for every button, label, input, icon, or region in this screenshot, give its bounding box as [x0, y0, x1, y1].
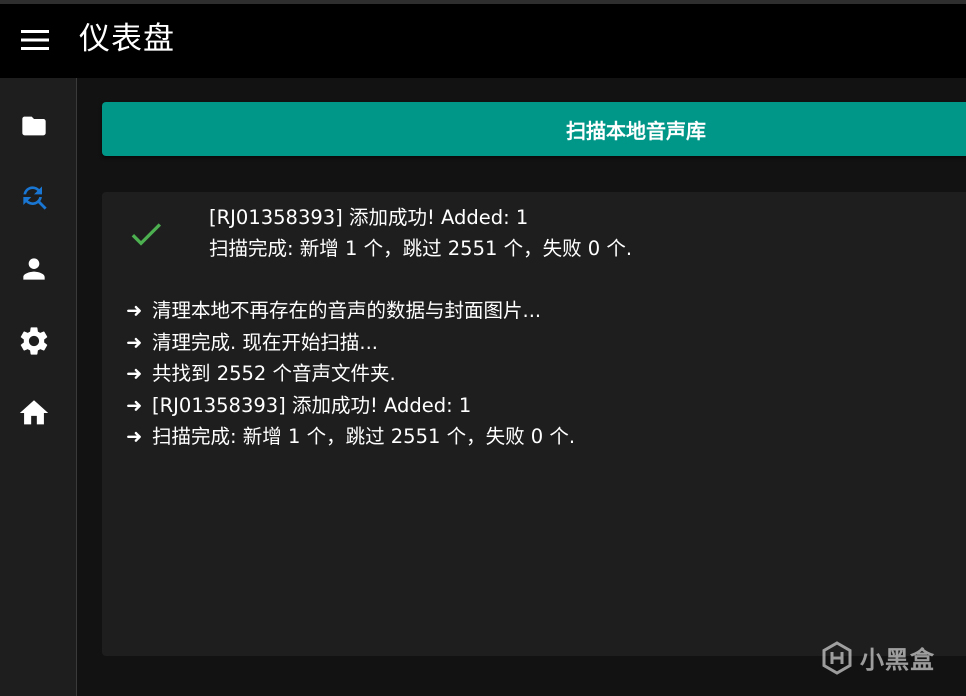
folder-icon: [22, 116, 46, 136]
sidebar-item-scan[interactable]: [12, 175, 56, 219]
search-refresh-icon: [23, 186, 47, 210]
log-line: ➜ 清理完成. 现在开始扫描...: [126, 327, 575, 359]
page-title: 仪表盘: [79, 21, 175, 57]
sidebar-item-user[interactable]: [12, 247, 56, 291]
main-content: 扫描本地音声库 [RJ01358393] 添加成功! Added: 1 扫描完成…: [78, 78, 966, 696]
arrow-right-icon: ➜: [126, 330, 143, 354]
watermark-text: 小黑盒: [860, 646, 935, 674]
log-line: ➜ [RJ01358393] 添加成功! Added: 1: [126, 390, 575, 422]
heybox-logo-icon: [822, 640, 852, 675]
sidebar-item-settings[interactable]: [12, 319, 56, 363]
log-line-text: 扫描完成: 新增 1 个，跳过 2551 个，失败 0 个.: [152, 425, 576, 448]
arrow-right-icon: ➜: [126, 425, 143, 448]
sidebar-nav: [0, 78, 77, 696]
app-bar: 仪表盘: [0, 0, 966, 78]
sidebar-item-home[interactable]: [12, 391, 56, 435]
arrow-right-icon: ➜: [126, 362, 143, 385]
checkmark-icon: [131, 223, 161, 246]
person-icon: [23, 258, 45, 280]
home-icon: [19, 400, 49, 425]
log-line-text: 清理本地不再存在的音声的数据与封面图片...: [152, 299, 542, 322]
sidebar-item-folders[interactable]: [12, 104, 56, 148]
gear-icon: [20, 327, 48, 355]
status-line-added: [RJ01358393] 添加成功! Added: 1: [209, 206, 529, 229]
arrow-right-icon: ➜: [126, 299, 143, 322]
log-line-text: [RJ01358393] 添加成功! Added: 1: [152, 393, 472, 417]
log-line-text: 共找到 2552 个音声文件夹.: [152, 362, 396, 385]
log-line: ➜ 共找到 2552 个音声文件夹.: [126, 358, 575, 390]
scan-log-list: ➜ 清理本地不再存在的音声的数据与封面图片... ➜ 清理完成. 现在开始扫描...…: [126, 295, 575, 453]
hamburger-menu-icon: [21, 30, 49, 50]
status-line-complete: 扫描完成: 新增 1 个，跳过 2551 个，失败 0 个.: [209, 237, 633, 260]
menu-button[interactable]: [14, 19, 56, 61]
scan-log-card: [RJ01358393] 添加成功! Added: 1 扫描完成: 新增 1 个…: [102, 192, 966, 656]
scan-library-button-label: 扫描本地音声库: [566, 119, 706, 143]
scan-library-button[interactable]: 扫描本地音声库: [102, 102, 966, 156]
watermark: 小黑盒: [820, 640, 935, 675]
log-line: ➜ 扫描完成: 新增 1 个，跳过 2551 个，失败 0 个.: [126, 421, 575, 453]
log-line: ➜ 清理本地不再存在的音声的数据与封面图片...: [126, 295, 575, 327]
arrow-right-icon: ➜: [126, 393, 143, 417]
scan-status-summary: [RJ01358393] 添加成功! Added: 1 扫描完成: 新增 1 个…: [209, 202, 632, 264]
log-line-text: 清理完成. 现在开始扫描...: [152, 330, 378, 354]
